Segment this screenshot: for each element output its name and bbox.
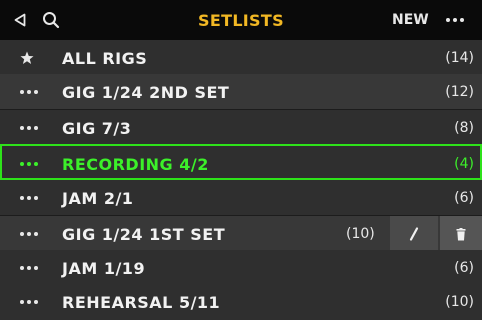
setlist-row[interactable]: GIG 1/24 1ST SET (10) xyxy=(0,216,482,252)
setlist-name: ALL RIGS xyxy=(62,48,148,68)
setlist-count: (6) xyxy=(454,260,474,276)
setlist-count: (6) xyxy=(454,190,474,206)
setlist-name: GIG 1/24 1ST SET xyxy=(62,224,226,244)
setlist-row[interactable]: GIG 1/24 2ND SET (12) xyxy=(0,74,482,110)
setlist-row-selected[interactable]: RECORDING 4/2 (4) xyxy=(0,144,482,180)
setlist-count: (14) xyxy=(445,50,474,66)
more-icon xyxy=(446,18,464,22)
setlist-name: JAM 2/1 xyxy=(62,188,134,208)
setlist-name: RECORDING 4/2 xyxy=(62,154,209,174)
more-icon[interactable] xyxy=(20,180,50,216)
more-icon[interactable] xyxy=(20,74,50,110)
setlist-count: (10) xyxy=(445,294,474,310)
star-icon xyxy=(20,40,50,76)
setlist-count: (12) xyxy=(445,84,474,100)
setlist-count: (8) xyxy=(454,120,474,136)
setlist-row[interactable]: GIG 7/3 (8) xyxy=(0,110,482,146)
more-options-button[interactable] xyxy=(446,0,464,40)
new-button[interactable]: NEW xyxy=(392,0,429,40)
more-icon[interactable] xyxy=(20,284,50,320)
more-icon[interactable] xyxy=(20,216,50,252)
delete-button[interactable] xyxy=(440,216,482,252)
setlist-name: JAM 1/19 xyxy=(62,258,146,278)
setlist-row[interactable]: JAM 2/1 (6) xyxy=(0,180,482,216)
setlist-name: GIG 7/3 xyxy=(62,118,132,138)
setlist-count: (4) xyxy=(454,156,474,172)
setlist-row[interactable]: REHEARSAL 5/11 (10) xyxy=(0,284,482,320)
setlist-count: (10) xyxy=(346,226,375,242)
setlist-row-all-rigs[interactable]: ALL RIGS (14) xyxy=(0,40,482,76)
setlist-row[interactable]: JAM 1/19 (6) xyxy=(0,250,482,286)
edit-icon xyxy=(409,227,419,241)
setlist-name: REHEARSAL 5/11 xyxy=(62,292,221,312)
trash-icon xyxy=(456,227,466,240)
more-icon[interactable] xyxy=(20,110,50,146)
more-icon[interactable] xyxy=(20,146,50,182)
rename-button[interactable] xyxy=(390,216,438,252)
more-icon[interactable] xyxy=(20,250,50,286)
setlist-name: GIG 1/24 2ND SET xyxy=(62,82,230,102)
top-bar: SETLISTS NEW xyxy=(0,0,482,40)
